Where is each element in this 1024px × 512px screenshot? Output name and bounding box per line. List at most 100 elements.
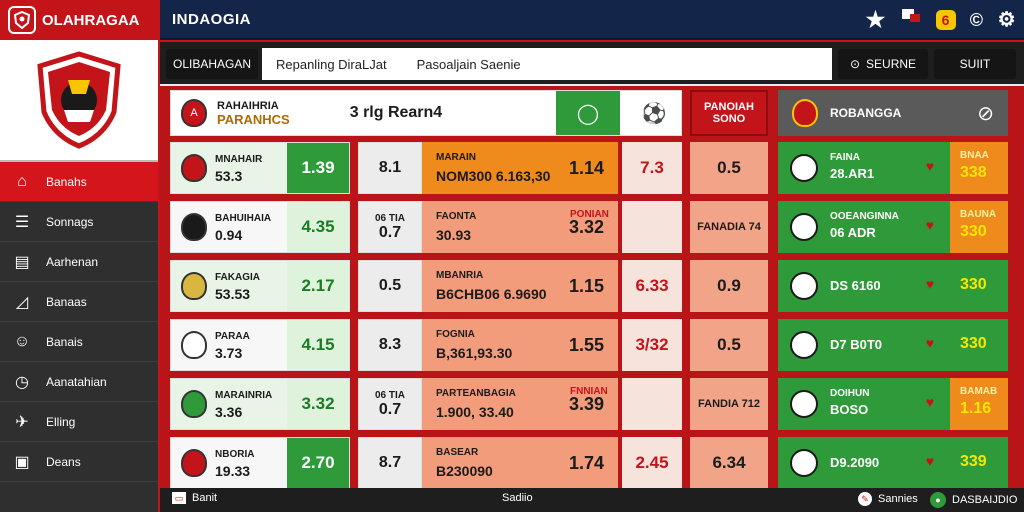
info-icon[interactable]: ⊘ (977, 101, 994, 126)
market-odds[interactable]: 1.55 (569, 335, 604, 356)
sidebar-item-deans[interactable]: ▣ Deans (0, 442, 158, 482)
filter-button[interactable]: OLIBAHAGAN (166, 49, 258, 79)
sliders-icon: ☰ (14, 213, 30, 231)
team-cell[interactable]: BAHUIHAIA 0.94 4.35 (170, 201, 350, 253)
live-indicator-icon[interactable]: ◯ (556, 91, 620, 135)
odds-cell[interactable]: 6.33 (622, 260, 682, 312)
sidebar-item-banaas[interactable]: ◿ Banaas (0, 282, 158, 322)
heart-icon[interactable]: ♥ (926, 276, 934, 292)
sidebar-item-aanatahian[interactable]: ◷ Aanatahian (0, 362, 158, 402)
market-cell[interactable]: FAONTA PONIAN 30.93 3.32 (422, 201, 618, 253)
odds-cell-secondary[interactable]: 0.5 (690, 319, 768, 371)
odds-cell[interactable]: 7.3 (622, 142, 682, 194)
star-icon[interactable]: ★ (866, 6, 886, 34)
brand-name: OLAHRAGAA (42, 11, 140, 29)
right-odds-tag: BNAA (960, 150, 989, 161)
right-odds-cell[interactable]: BAUNA 330 (950, 201, 1008, 253)
market-odds[interactable]: 1.14 (569, 158, 604, 179)
market-odds[interactable]: 3.32 (569, 217, 604, 238)
right-odds-cell[interactable]: 339 (950, 437, 1008, 489)
odds-red: 7.3 (640, 158, 664, 177)
search-input[interactable]: Repanling DiraLJat Pasoaljain Saenie (262, 48, 832, 80)
market-odds[interactable]: 1.74 (569, 453, 604, 474)
header-red-box[interactable]: PANOIAH SONO (690, 90, 768, 136)
right-team-cell[interactable]: DOIHUN BOSO ♥ (778, 378, 950, 430)
odds-green[interactable]: 4.15 (287, 320, 349, 370)
player-icon (790, 449, 818, 477)
footer-right-2[interactable]: ● DASBAIJDIO (930, 492, 1017, 508)
market-cell[interactable]: BASEAR B230090 1.74 (422, 437, 618, 489)
right-odds-cell[interactable]: BNAA 338 (950, 142, 1008, 194)
sidebar-item-banahs[interactable]: ⌂ Banahs (0, 162, 158, 202)
brand[interactable]: OLAHRAGAA (0, 0, 160, 40)
right-team-cell[interactable]: D7 B0T0 ♥ (778, 319, 950, 371)
copyright-icon[interactable]: © (970, 6, 984, 34)
heart-icon[interactable]: ♥ (926, 394, 934, 410)
odds-cell-secondary[interactable]: FANDIA 712 (690, 378, 768, 430)
heart-icon[interactable]: ♥ (926, 335, 934, 351)
notification-badge[interactable]: 6 (935, 10, 956, 30)
odds-cell-secondary[interactable]: FANADIA 74 (690, 201, 768, 253)
team-name: MARAINRIA (215, 390, 273, 401)
sidebar-item-aarhenan[interactable]: ▤ Aarhenan (0, 242, 158, 282)
market-cell[interactable]: FOGNIA B,361,93.30 1.55 (422, 319, 618, 371)
heart-icon[interactable]: ♥ (926, 158, 934, 174)
bird-icon: ✈ (15, 413, 29, 431)
right-team-cell[interactable]: D9.2090 ♥ (778, 437, 950, 489)
odds-green[interactable]: 3.32 (287, 379, 349, 429)
market-odds[interactable]: 3.39 (569, 394, 604, 415)
submit-button[interactable]: SUIIT (934, 49, 1016, 79)
odds-red: 3/32 (635, 335, 669, 354)
sidebar-item-sonnags[interactable]: ☰ Sonnags (0, 202, 158, 242)
right-odds-cell[interactable]: 330 (950, 319, 1008, 371)
team-value: 3.73 (215, 345, 243, 361)
team-cell[interactable]: PARAA 3.73 4.15 (170, 319, 350, 371)
sidebar-item-elling[interactable]: ✈ Elling (0, 402, 158, 442)
odds-cell[interactable] (622, 378, 682, 430)
market-cell[interactable]: MARAIN NOM300 6.163,30 1.14 (422, 142, 618, 194)
score-cell[interactable]: 8.7 (358, 437, 422, 489)
team-cell[interactable]: MNAHAIR 53.3 1.39 (170, 142, 350, 194)
footer-center[interactable]: Sadiio (502, 492, 533, 504)
header-right-panel[interactable]: ROBANGGA ⊘ (778, 90, 1008, 136)
heart-icon[interactable]: ♥ (926, 217, 934, 233)
score-cell[interactable]: 8.3 (358, 319, 422, 371)
search-button[interactable]: ⊙ SEURNE (838, 49, 928, 79)
odds-cell-secondary[interactable]: 6.34 (690, 437, 768, 489)
right-team-cell[interactable]: FAINA 28.AR1 ♥ (778, 142, 950, 194)
settings-icon[interactable]: ⚙ (998, 6, 1016, 34)
score-primary: 0.5 (378, 277, 402, 294)
odds-green[interactable]: 4.35 (287, 202, 349, 252)
sidebar-item-banais[interactable]: ☺ Banais (0, 322, 158, 362)
market-cell[interactable]: PARTEANBAGIA FNNIAN 1.900, 33.40 3.39 (422, 378, 618, 430)
right-team-cell[interactable]: DS 6160 ♥ (778, 260, 950, 312)
odds-green[interactable]: 2.70 (287, 438, 349, 488)
right-odds-cell[interactable]: 330 (950, 260, 1008, 312)
footer-right-1[interactable]: ✎ Sannies (858, 492, 918, 506)
odds-cell-secondary[interactable]: 0.5 (690, 142, 768, 194)
soccer-ball-icon[interactable]: ⚽ (626, 91, 682, 135)
score-cell[interactable]: 0.5 (358, 260, 422, 312)
odds-cell-secondary[interactable]: 0.9 (690, 260, 768, 312)
flag-icon[interactable] (900, 6, 922, 34)
odds-green[interactable]: 1.39 (287, 143, 349, 193)
market-value: B230090 (436, 463, 493, 479)
odds-cell[interactable]: 2.45 (622, 437, 682, 489)
header-match-panel[interactable]: A RAHAIHRIA PARANHCS 3 rlg Rearn4 ◯ ⚽ (170, 90, 682, 136)
market-cell[interactable]: MBANRIA B6CHB06 6.9690 1.15 (422, 260, 618, 312)
right-team-cell[interactable]: OOEANGINNA 06 ADR ♥ (778, 201, 950, 253)
odds-green[interactable]: 2.17 (287, 261, 349, 311)
score-cell[interactable]: 06 TIA 0.7 (358, 378, 422, 430)
score-cell[interactable]: 8.1 (358, 142, 422, 194)
right-odds-cell[interactable]: BAMAB 1.16 (950, 378, 1008, 430)
team-cell[interactable]: MARAINRIA 3.36 3.32 (170, 378, 350, 430)
team-cell[interactable]: NBORIA 19.33 2.70 (170, 437, 350, 489)
team-name: FAKAGIA (215, 272, 260, 283)
team-cell[interactable]: FAKAGIA 53.53 2.17 (170, 260, 350, 312)
odds-cell[interactable] (622, 201, 682, 253)
odds-cell[interactable]: 3/32 (622, 319, 682, 371)
footer-left[interactable]: ▭ Banit (172, 492, 217, 504)
score-cell[interactable]: 06 TIA 0.7 (358, 201, 422, 253)
heart-icon[interactable]: ♥ (926, 453, 934, 469)
market-odds[interactable]: 1.15 (569, 276, 604, 297)
